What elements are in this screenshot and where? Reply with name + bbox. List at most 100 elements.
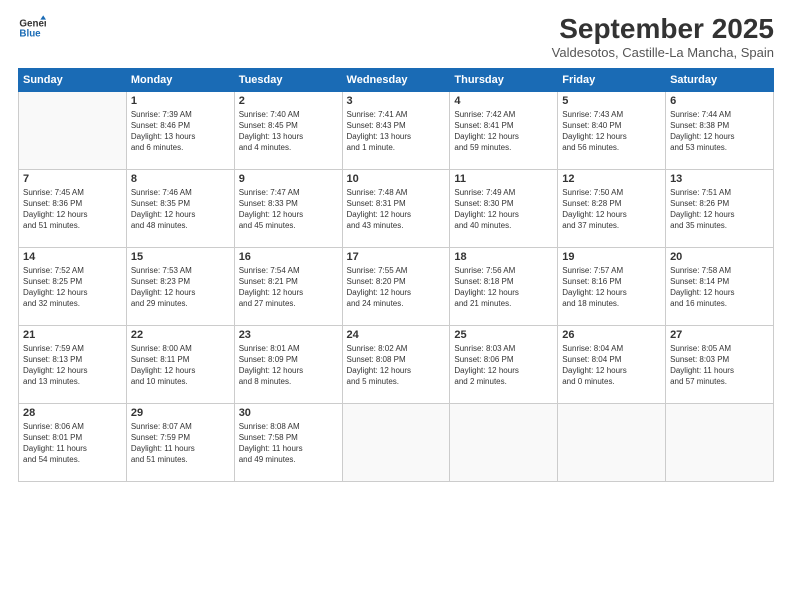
week-row-3: 14 Sunrise: 7:52 AM Sunset: 8:25 PM Dayli…	[19, 247, 774, 325]
table-cell: 8Sunrise: 7:46 AM Sunset: 8:35 PM Daylig…	[126, 169, 234, 247]
table-cell: 15Sunrise: 7:53 AM Sunset: 8:23 PM Dayli…	[126, 247, 234, 325]
day-info: Sunrise: 8:02 AM Sunset: 8:08 PM Dayligh…	[347, 343, 446, 388]
day-info: Sunrise: 7:49 AM Sunset: 8:30 PM Dayligh…	[454, 187, 553, 232]
header-tuesday: Tuesday	[234, 68, 342, 91]
day-number: 2	[239, 95, 338, 107]
day-number: 9	[239, 173, 338, 185]
day-info: Sunrise: 7:44 AM Sunset: 8:38 PM Dayligh…	[670, 109, 769, 154]
table-cell: 26Sunrise: 8:04 AM Sunset: 8:04 PM Dayli…	[558, 325, 666, 403]
day-number: 27	[670, 329, 769, 341]
day-info: Sunrise: 7:54 AM Sunset: 8:21 PM Dayligh…	[239, 265, 338, 310]
day-number: 28	[23, 407, 122, 419]
day-number: 24	[347, 329, 446, 341]
week-row-2: 7 Sunrise: 7:45 AM Sunset: 8:36 PM Daylig…	[19, 169, 774, 247]
day-number: 16	[239, 251, 338, 263]
day-info: Sunrise: 8:00 AM Sunset: 8:11 PM Dayligh…	[131, 343, 230, 388]
day-number: 14	[23, 251, 122, 263]
header-thursday: Thursday	[450, 68, 558, 91]
table-cell: 10Sunrise: 7:48 AM Sunset: 8:31 PM Dayli…	[342, 169, 450, 247]
table-cell	[342, 403, 450, 481]
day-info: Sunrise: 7:39 AM Sunset: 8:46 PM Dayligh…	[131, 109, 230, 154]
location: Valdesotos, Castille-La Mancha, Spain	[552, 45, 774, 60]
header-friday: Friday	[558, 68, 666, 91]
table-cell: 21 Sunrise: 7:59 AM Sunset: 8:13 PM Dayli…	[19, 325, 127, 403]
day-number: 8	[131, 173, 230, 185]
day-number: 7	[23, 173, 122, 185]
day-info: Sunrise: 7:47 AM Sunset: 8:33 PM Dayligh…	[239, 187, 338, 232]
day-info: Sunrise: 7:51 AM Sunset: 8:26 PM Dayligh…	[670, 187, 769, 232]
day-number: 3	[347, 95, 446, 107]
week-row-1: 1 Sunrise: 7:39 AM Sunset: 8:46 PM Daylig…	[19, 91, 774, 169]
day-number: 20	[670, 251, 769, 263]
day-number: 29	[131, 407, 230, 419]
table-cell: 13 Sunrise: 7:51 AM Sunset: 8:26 PM Dayli…	[666, 169, 774, 247]
table-cell: 4 Sunrise: 7:42 AM Sunset: 8:41 PM Daylig…	[450, 91, 558, 169]
table-cell: 19 Sunrise: 7:57 AM Sunset: 8:16 PM Dayli…	[558, 247, 666, 325]
day-number: 13	[670, 173, 769, 185]
table-cell: 25 Sunrise: 8:03 AM Sunset: 8:06 PM Dayli…	[450, 325, 558, 403]
day-number: 1	[131, 95, 230, 107]
table-cell: 28 Sunrise: 8:06 AM Sunset: 8:01 PM Dayli…	[19, 403, 127, 481]
month-title: September 2025	[552, 14, 774, 45]
day-number: 4	[454, 95, 553, 107]
table-cell: 12 Sunrise: 7:50 AM Sunset: 8:28 PM Dayli…	[558, 169, 666, 247]
day-number: 15	[131, 251, 230, 263]
table-cell	[666, 403, 774, 481]
day-number: 18	[454, 251, 553, 263]
day-info: Sunrise: 7:43 AM Sunset: 8:40 PM Dayligh…	[562, 109, 661, 154]
day-number: 12	[562, 173, 661, 185]
day-number: 19	[562, 251, 661, 263]
day-number: 6	[670, 95, 769, 107]
day-number: 25	[454, 329, 553, 341]
day-info: Sunrise: 7:58 AM Sunset: 8:14 PM Dayligh…	[670, 265, 769, 310]
header-wednesday: Wednesday	[342, 68, 450, 91]
table-cell: 17 Sunrise: 7:55 AM Sunset: 8:20 PM Dayli…	[342, 247, 450, 325]
day-info: Sunrise: 7:45 AM Sunset: 8:36 PM Dayligh…	[23, 187, 122, 232]
header-saturday: Saturday	[666, 68, 774, 91]
table-cell: 30 Sunrise: 8:08 AM Sunset: 7:58 PM Dayli…	[234, 403, 342, 481]
day-info: Sunrise: 7:57 AM Sunset: 8:16 PM Dayligh…	[562, 265, 661, 310]
table-cell: 20 Sunrise: 7:58 AM Sunset: 8:14 PM Dayli…	[666, 247, 774, 325]
day-number: 11	[454, 173, 553, 185]
table-cell: 18Sunrise: 7:56 AM Sunset: 8:18 PM Dayli…	[450, 247, 558, 325]
svg-text:Blue: Blue	[19, 28, 41, 39]
table-cell: 24 Sunrise: 8:02 AM Sunset: 8:08 PM Dayli…	[342, 325, 450, 403]
day-info: Sunrise: 7:52 AM Sunset: 8:25 PM Dayligh…	[23, 265, 122, 310]
day-info: Sunrise: 7:42 AM Sunset: 8:41 PM Dayligh…	[454, 109, 553, 154]
day-info: Sunrise: 8:07 AM Sunset: 7:59 PM Dayligh…	[131, 421, 230, 466]
day-info: Sunrise: 7:50 AM Sunset: 8:28 PM Dayligh…	[562, 187, 661, 232]
day-number: 17	[347, 251, 446, 263]
day-number: 22	[131, 329, 230, 341]
table-cell: 5 Sunrise: 7:43 AM Sunset: 8:40 PM Daylig…	[558, 91, 666, 169]
table-cell: 2Sunrise: 7:40 AM Sunset: 8:45 PM Daylig…	[234, 91, 342, 169]
logo: General Blue	[18, 14, 46, 42]
table-cell: 7 Sunrise: 7:45 AM Sunset: 8:36 PM Daylig…	[19, 169, 127, 247]
day-info: Sunrise: 7:41 AM Sunset: 8:43 PM Dayligh…	[347, 109, 446, 154]
weekday-header-row: Sunday Monday Tuesday Wednesday Thursday…	[19, 68, 774, 91]
table-cell: 11 Sunrise: 7:49 AM Sunset: 8:30 PM Dayli…	[450, 169, 558, 247]
day-info: Sunrise: 8:06 AM Sunset: 8:01 PM Dayligh…	[23, 421, 122, 466]
table-cell: 23 Sunrise: 8:01 AM Sunset: 8:09 PM Dayli…	[234, 325, 342, 403]
table-cell: 14 Sunrise: 7:52 AM Sunset: 8:25 PM Dayli…	[19, 247, 127, 325]
day-info: Sunrise: 8:08 AM Sunset: 7:58 PM Dayligh…	[239, 421, 338, 466]
day-info: Sunrise: 8:03 AM Sunset: 8:06 PM Dayligh…	[454, 343, 553, 388]
day-info: Sunrise: 7:55 AM Sunset: 8:20 PM Dayligh…	[347, 265, 446, 310]
title-block: September 2025 Valdesotos, Castille-La M…	[552, 14, 774, 60]
day-info: Sunrise: 8:05 AM Sunset: 8:03 PM Dayligh…	[670, 343, 769, 388]
day-number: 21	[23, 329, 122, 341]
table-cell: 22 Sunrise: 8:00 AM Sunset: 8:11 PM Dayli…	[126, 325, 234, 403]
day-number: 30	[239, 407, 338, 419]
table-cell: 16 Sunrise: 7:54 AM Sunset: 8:21 PM Dayli…	[234, 247, 342, 325]
day-number: 23	[239, 329, 338, 341]
table-cell: 27 Sunrise: 8:05 AM Sunset: 8:03 PM Dayli…	[666, 325, 774, 403]
day-info: Sunrise: 7:59 AM Sunset: 8:13 PM Dayligh…	[23, 343, 122, 388]
header-monday: Monday	[126, 68, 234, 91]
week-row-5: 28 Sunrise: 8:06 AM Sunset: 8:01 PM Dayli…	[19, 403, 774, 481]
day-number: 10	[347, 173, 446, 185]
table-cell: 1 Sunrise: 7:39 AM Sunset: 8:46 PM Daylig…	[126, 91, 234, 169]
day-number: 5	[562, 95, 661, 107]
day-info: Sunrise: 8:01 AM Sunset: 8:09 PM Dayligh…	[239, 343, 338, 388]
day-number: 26	[562, 329, 661, 341]
table-cell	[19, 91, 127, 169]
table-cell	[450, 403, 558, 481]
